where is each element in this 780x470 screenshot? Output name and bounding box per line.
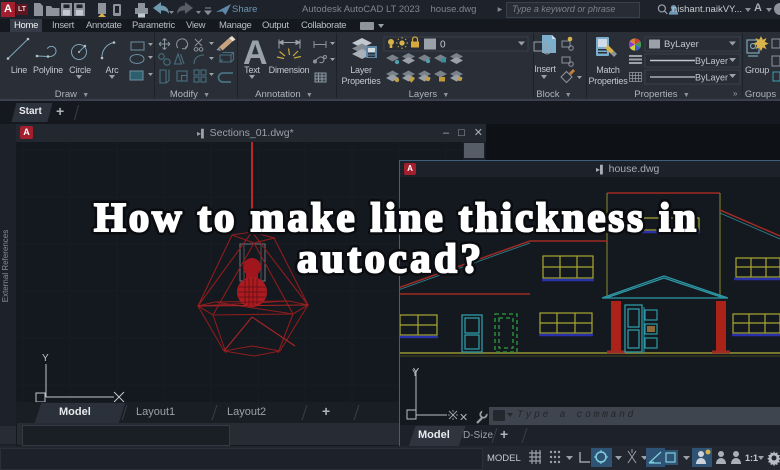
svg-text:autocad?: autocad?: [297, 235, 481, 281]
svg-text:How to make line thickness in: How to make line thickness in: [94, 194, 696, 240]
